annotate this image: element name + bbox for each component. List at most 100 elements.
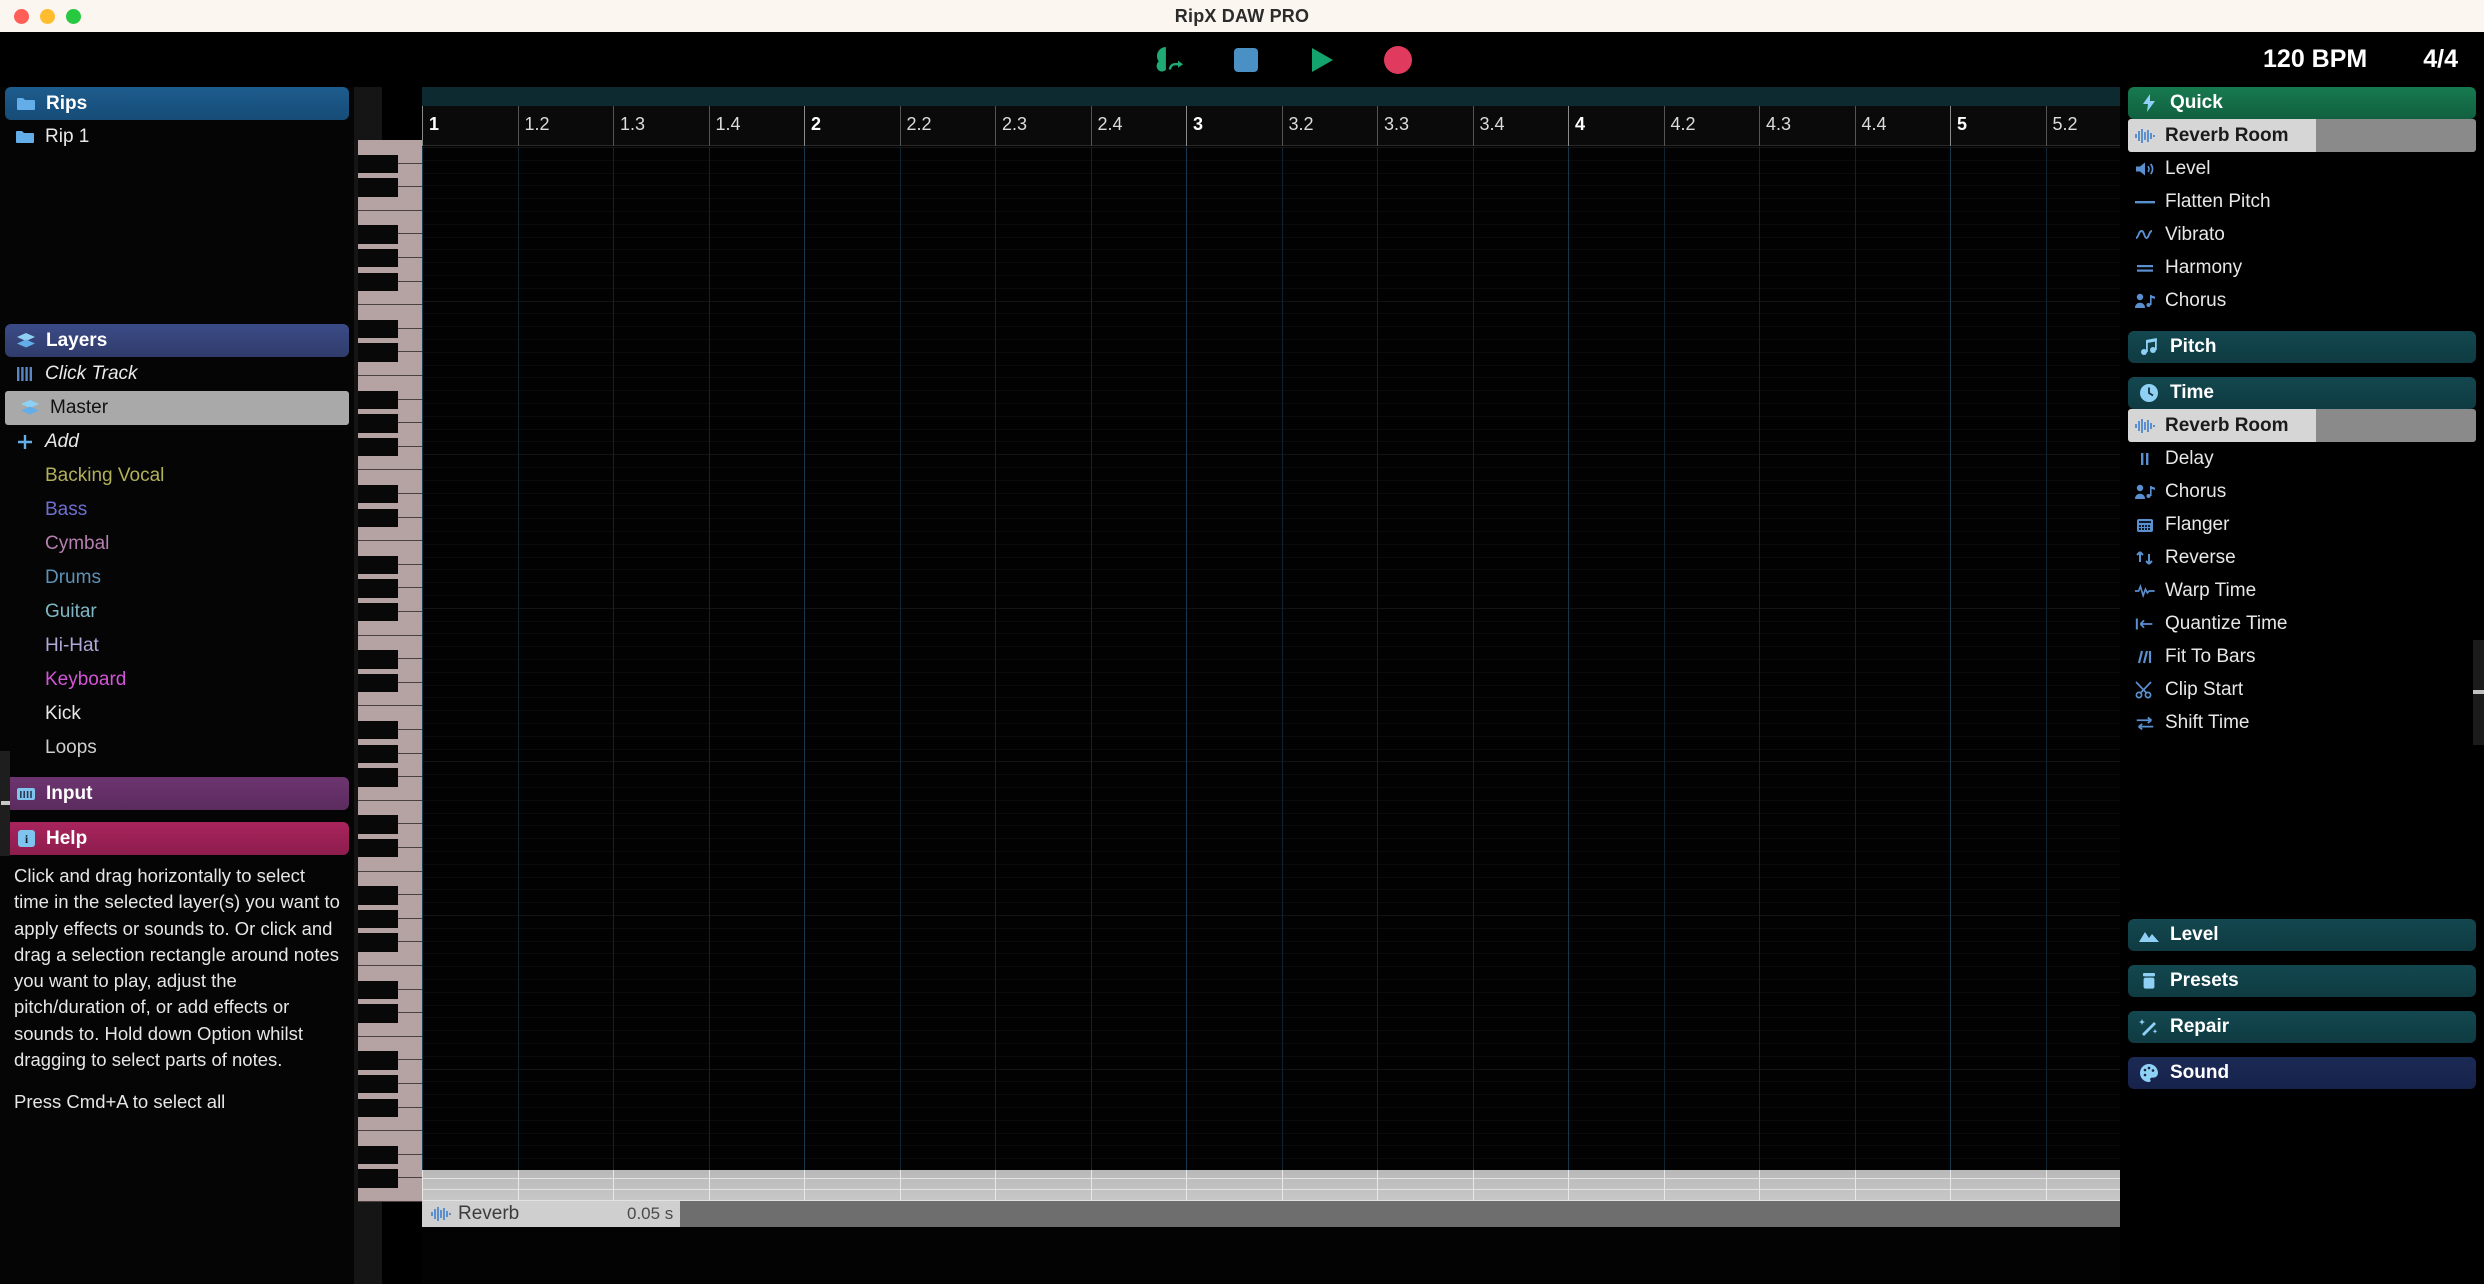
stop-button[interactable] <box>1226 40 1266 80</box>
layer-item-cymbal[interactable]: Cymbal <box>0 527 354 561</box>
timeline-tick[interactable]: 3.4 <box>1472 106 1505 146</box>
timeline-tick[interactable]: 4 <box>1568 106 1585 146</box>
timeline-ruler[interactable]: 1 1.2 1.3 1.4 2 2.2 2.3 2.4 3 3.2 3.3 3.4 4 4.2 4.3 4.4… <box>422 106 2120 146</box>
sidebar-splitter-handle[interactable] <box>0 751 10 856</box>
piano-black-key[interactable] <box>358 437 398 457</box>
close-window-icon[interactable] <box>14 8 29 24</box>
piano-black-key[interactable] <box>358 414 398 433</box>
layer-item-keyboard[interactable]: Keyboard <box>0 663 354 697</box>
sidebar-item-add-layer[interactable]: Add <box>0 425 354 459</box>
level-panel-header[interactable]: Level <box>2128 919 2476 951</box>
time-item-reverb-room[interactable]: Reverb Room <box>2128 409 2476 442</box>
piano-black-key[interactable] <box>358 721 398 740</box>
presets-panel-header[interactable]: Presets <box>2128 965 2476 997</box>
time-signature-value[interactable]: 4/4 <box>2423 45 2458 74</box>
piano-black-key[interactable] <box>358 1169 398 1188</box>
quick-item-reverb-room[interactable]: Reverb Room <box>2128 119 2476 152</box>
piano-black-key[interactable] <box>358 319 398 339</box>
piano-black-key[interactable] <box>358 272 398 292</box>
layer-item-kick[interactable]: Kick <box>0 697 354 731</box>
sound-panel-header[interactable]: Sound <box>2128 1057 2476 1089</box>
help-panel-header[interactable]: i Help <box>5 822 349 855</box>
piano-black-key[interactable] <box>358 1098 398 1118</box>
note-grid-canvas[interactable]: Reverb 0.05 s <box>422 147 2120 1227</box>
time-item-shift-time[interactable]: Shift Time <box>2120 706 2484 739</box>
play-button[interactable] <box>1302 40 1342 80</box>
time-item-warp-time[interactable]: Warp Time <box>2120 574 2484 607</box>
timeline-tick[interactable]: 2.2 <box>899 106 932 146</box>
piano-black-key[interactable] <box>358 815 398 834</box>
quick-item-vibrato[interactable]: Vibrato <box>2120 218 2484 251</box>
timeline-tick[interactable]: 1.2 <box>517 106 550 146</box>
layer-item-bass[interactable]: Bass <box>0 493 354 527</box>
piano-black-key[interactable] <box>358 485 398 504</box>
timeline-tick[interactable]: 2.3 <box>995 106 1027 146</box>
timeline-tick[interactable]: 2.4 <box>1090 106 1123 146</box>
piano-black-key[interactable] <box>358 178 398 197</box>
time-item-quantize-time[interactable]: Quantize Time <box>2120 607 2484 640</box>
quick-item-chorus[interactable]: Chorus <box>2120 284 2484 317</box>
piano-black-key[interactable] <box>358 508 398 528</box>
rips-panel-header[interactable]: Rips <box>5 87 349 120</box>
layer-item-backing-vocal[interactable]: Backing Vocal <box>0 459 354 493</box>
sidebar-item-rip-1[interactable]: Rip 1 <box>0 120 354 154</box>
timeline-tick[interactable]: 3.2 <box>1281 106 1314 146</box>
piano-black-key[interactable] <box>358 1051 398 1070</box>
input-panel-header[interactable]: Input <box>5 777 349 810</box>
piano-black-key[interactable] <box>358 768 398 787</box>
time-item-fit-to-bars[interactable]: Fit To Bars <box>2120 640 2484 673</box>
piano-black-key[interactable] <box>358 390 398 410</box>
timeline-tick[interactable]: 5 <box>1950 106 1967 146</box>
timeline-tick[interactable]: 1 <box>422 106 439 146</box>
time-item-chorus[interactable]: Chorus <box>2120 475 2484 508</box>
sidebar-item-master[interactable]: Master <box>5 391 349 425</box>
minimize-window-icon[interactable] <box>40 8 55 24</box>
right-panel-splitter-handle[interactable] <box>2473 640 2484 745</box>
piano-black-key[interactable] <box>358 249 398 268</box>
piano-black-key[interactable] <box>358 980 398 1000</box>
piano-black-key[interactable] <box>358 154 398 174</box>
timeline-tick[interactable]: 4.2 <box>1663 106 1696 146</box>
layer-item-hi-hat[interactable]: Hi-Hat <box>0 629 354 663</box>
piano-black-key[interactable] <box>358 555 398 575</box>
piano-black-key[interactable] <box>358 343 398 362</box>
piano-black-key[interactable] <box>358 225 398 244</box>
piano-keyboard[interactable] <box>358 140 422 1202</box>
repair-panel-header[interactable]: Repair <box>2128 1011 2476 1043</box>
time-panel-header[interactable]: Time <box>2128 377 2476 409</box>
timeline-loop-bar[interactable] <box>422 87 2120 106</box>
maximize-window-icon[interactable] <box>66 8 81 24</box>
time-item-reverse[interactable]: Reverse <box>2120 541 2484 574</box>
piano-black-key[interactable] <box>358 673 398 693</box>
time-item-delay[interactable]: Delay <box>2120 442 2484 475</box>
piano-black-key[interactable] <box>358 1145 398 1165</box>
layer-item-loops[interactable]: Loops <box>0 731 354 765</box>
timeline-tick[interactable]: 3 <box>1186 106 1203 146</box>
piano-black-key[interactable] <box>358 886 398 905</box>
piano-black-key[interactable] <box>358 909 398 929</box>
bpm-value[interactable]: 120 BPM <box>2263 45 2367 74</box>
piano-black-key[interactable] <box>358 933 398 952</box>
record-button[interactable] <box>1378 40 1418 80</box>
layer-item-drums[interactable]: Drums <box>0 561 354 595</box>
traffic-lights[interactable] <box>14 0 81 32</box>
layers-panel-header[interactable]: Layers <box>5 324 349 357</box>
quick-panel-header[interactable]: Quick <box>2128 87 2476 119</box>
effect-lane-reverb[interactable]: Reverb 0.05 s <box>422 1201 2120 1227</box>
timeline-tick[interactable]: 4.4 <box>1854 106 1887 146</box>
time-item-flanger[interactable]: Flanger <box>2120 508 2484 541</box>
effect-lane-bar[interactable] <box>680 1201 2120 1227</box>
timeline-tick[interactable]: 4.3 <box>1759 106 1791 146</box>
piano-black-key[interactable] <box>358 579 398 598</box>
layer-item-guitar[interactable]: Guitar <box>0 595 354 629</box>
timeline-tick[interactable]: 3.3 <box>1377 106 1409 146</box>
note-editor[interactable]: 1 1.2 1.3 1.4 2 2.2 2.3 2.4 3 3.2 3.3 3.4 4 4.2 4.3 4.4… <box>422 87 2120 1284</box>
rip-audio-button[interactable] <box>1150 40 1190 80</box>
quick-item-harmony[interactable]: Harmony <box>2120 251 2484 284</box>
time-item-clip-start[interactable]: Clip Start <box>2120 673 2484 706</box>
piano-black-key[interactable] <box>358 839 398 858</box>
sidebar-item-click-track[interactable]: Click Track <box>0 357 354 391</box>
piano-black-key[interactable] <box>358 744 398 764</box>
timeline-tick[interactable]: 1.3 <box>613 106 645 146</box>
quick-item-level[interactable]: Level <box>2120 152 2484 185</box>
